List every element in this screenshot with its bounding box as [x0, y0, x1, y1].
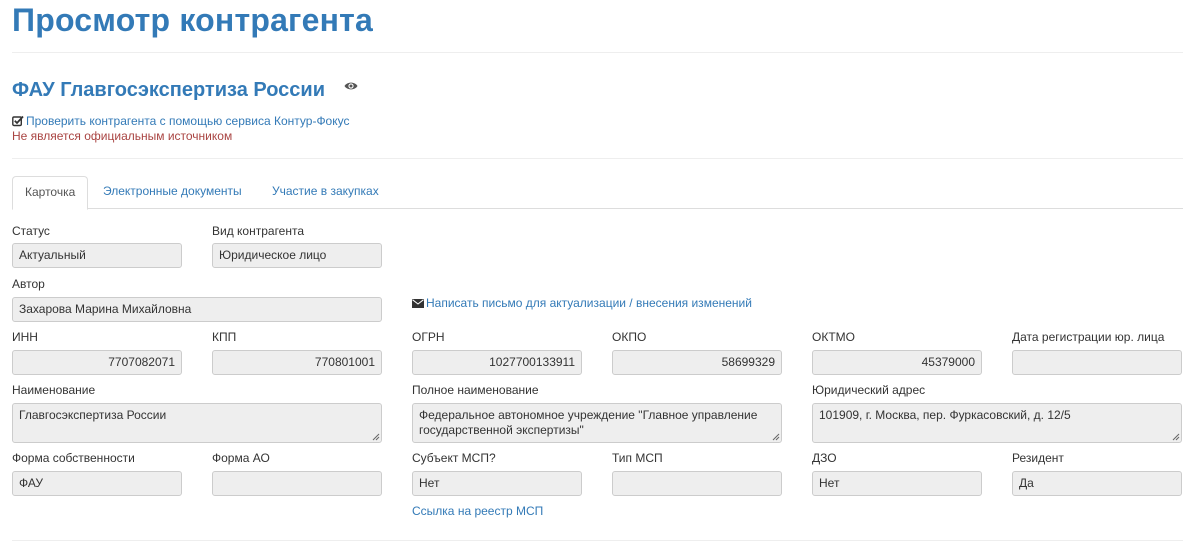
name-value: Главгосэкспертиза России [19, 408, 167, 422]
full-name-textarea[interactable]: Федеральное автономное учреждение "Главн… [412, 403, 782, 443]
check-contour-focus: Проверить контрагента с помощью сервиса … [12, 114, 349, 128]
check-square-icon [12, 115, 24, 127]
write-letter-link[interactable]: Написать письмо для актуализации / внесе… [426, 296, 752, 310]
author-field[interactable]: Захарова Марина Михайловна [12, 297, 382, 322]
full-name-value: Федеральное автономное учреждение "Главн… [419, 408, 758, 437]
ownership-field[interactable]: ФАУ [12, 471, 182, 496]
dzo-label: ДЗО [812, 451, 837, 465]
msp-type-field[interactable] [612, 471, 782, 496]
ogrn-label: ОГРН [412, 330, 445, 344]
reg-date-field[interactable] [1012, 350, 1182, 375]
legal-address-value: 101909, г. Москва, пер. Фуркасовский, д.… [819, 408, 1071, 422]
legal-address-label: Юридический адрес [812, 383, 926, 397]
org-name: ФАУ Главгосэкспертиза России [12, 79, 326, 101]
inn-field[interactable]: 7707082071 [12, 350, 182, 375]
resize-grip-icon[interactable] [1172, 433, 1180, 441]
mail-actualization: Написать письмо для актуализации / внесе… [412, 296, 752, 310]
warning-text: Не является официальным источником [12, 129, 233, 143]
kpp-field[interactable]: 770801001 [212, 350, 382, 375]
msp-type-label: Тип МСП [612, 451, 663, 465]
page-title: Просмотр контрагента [12, 2, 373, 38]
envelope-icon [412, 298, 424, 308]
status-label: Статус [12, 224, 50, 238]
ao-form-label: Форма АО [212, 451, 270, 465]
ownership-label: Форма собственности [12, 451, 135, 465]
ao-form-field[interactable] [212, 471, 382, 496]
okpo-label: ОКПО [612, 330, 647, 344]
divider [12, 52, 1183, 53]
tab-bar: Карточка Электронные документы Участие в… [12, 176, 1183, 210]
author-label: Автор [12, 277, 45, 291]
oktmo-label: ОКТМО [812, 330, 855, 344]
okpo-field[interactable]: 58699329 [612, 350, 782, 375]
kind-label: Вид контрагента [212, 224, 305, 238]
ogrn-field[interactable]: 1027700133911 [412, 350, 582, 375]
msp-subject-label: Субъект МСП? [412, 451, 496, 465]
divider [12, 158, 1183, 159]
kind-field[interactable]: Юридическое лицо [212, 243, 382, 268]
divider [12, 540, 1183, 541]
legal-address-textarea[interactable]: 101909, г. Москва, пер. Фуркасовский, д.… [812, 403, 1182, 443]
dzo-field[interactable]: Нет [812, 471, 982, 496]
tab-card[interactable]: Карточка [12, 176, 89, 210]
full-name-label: Полное наименование [412, 383, 539, 397]
tab-electronic-documents[interactable]: Электронные документы [91, 176, 254, 209]
msp-registry-link[interactable]: Ссылка на реестр МСП [412, 504, 543, 518]
name-label: Наименование [12, 383, 96, 397]
resident-field[interactable]: Да [1012, 471, 1182, 496]
status-field[interactable]: Актуальный [12, 243, 182, 268]
resize-grip-icon[interactable] [372, 433, 380, 441]
resident-label: Резидент [1012, 451, 1064, 465]
tab-procurement[interactable]: Участие в закупках [260, 176, 391, 209]
msp-subject-field[interactable]: Нет [412, 471, 582, 496]
kpp-label: КПП [212, 330, 237, 344]
inn-label: ИНН [12, 330, 38, 344]
name-textarea[interactable]: Главгосэкспертиза России [12, 403, 382, 443]
eye-icon[interactable] [344, 81, 358, 91]
contour-focus-link[interactable]: Проверить контрагента с помощью сервиса … [26, 114, 349, 128]
resize-grip-icon[interactable] [772, 433, 780, 441]
reg-date-label: Дата регистрации юр. лица [1012, 330, 1165, 344]
oktmo-field[interactable]: 45379000 [812, 350, 982, 375]
